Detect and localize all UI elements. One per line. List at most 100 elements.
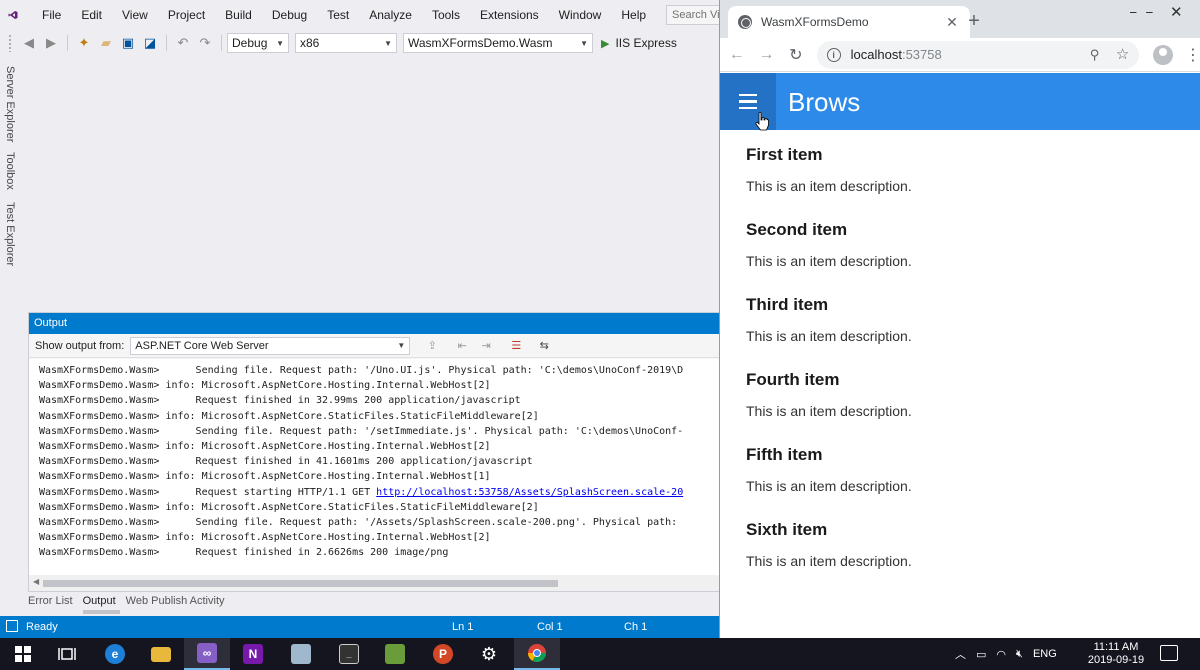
taskbar-terminal[interactable]: _ [326, 638, 372, 670]
save-icon[interactable]: ▣ [119, 34, 137, 52]
output-pane-title[interactable]: Output [29, 313, 719, 334]
menu-view[interactable]: View [112, 8, 158, 22]
menu-file[interactable]: File [32, 8, 71, 22]
toolbox-tab[interactable]: Toolbox [4, 152, 16, 190]
toolbar-grip[interactable] [8, 34, 12, 52]
taskbar-chrome[interactable] [514, 638, 560, 670]
action-center-icon[interactable] [1160, 645, 1178, 661]
profile-avatar-icon[interactable] [1153, 44, 1173, 65]
log-text: Request finished in 2.6626ms 200 image/p… [159, 547, 449, 559]
log-prefix: WasmXFormsDemo.Wasm> [39, 501, 160, 513]
tray-overflow-icon[interactable]: ︿ [955, 646, 966, 662]
browser-tab[interactable]: WasmXFormsDemo ✕ [728, 6, 970, 38]
list-item[interactable]: Fourth item This is an item description. [746, 370, 1186, 419]
battery-icon[interactable]: ▭ [976, 648, 986, 661]
find-message-icon[interactable]: ⇪ [424, 338, 440, 354]
log-line: WasmXFormsDemo.Wasm> info: Microsoft.Asp… [39, 530, 719, 545]
save-all-icon[interactable]: ◪ [141, 34, 159, 52]
output-log[interactable]: WasmXFormsDemo.Wasm> Sending file. Reque… [29, 359, 719, 575]
open-file-icon[interactable]: ▰ [97, 34, 115, 52]
taskbar-visual-studio[interactable]: ∞ [184, 638, 230, 670]
tab-output[interactable]: Output [82, 592, 120, 614]
task-view-button[interactable] [44, 638, 90, 670]
forward-nav-icon[interactable]: ▶ [42, 34, 60, 52]
url-host: localhost [850, 47, 902, 62]
vs-search-box[interactable]: Search Visual Stud [666, 5, 720, 25]
configuration-dropdown[interactable]: Debug ▼ [227, 33, 289, 53]
menu-help[interactable]: Help [611, 8, 656, 22]
list-item[interactable]: Third item This is an item description. [746, 295, 1186, 344]
close-window-icon[interactable]: ✕ [1170, 3, 1183, 21]
word-wrap-icon[interactable]: ⇆ [536, 338, 552, 354]
menu-debug[interactable]: Debug [262, 8, 317, 22]
show-output-from-label: Show output from: [35, 339, 125, 352]
menu-test[interactable]: Test [317, 8, 359, 22]
menu-extensions[interactable]: Extensions [470, 8, 549, 22]
new-project-icon[interactable]: ✦ [75, 34, 93, 52]
vs-status-bar: Ready Ln 1 Col 1 Ch 1 [0, 616, 720, 638]
output-source-dropdown[interactable]: ASP.NET Core Web Server ▼ [130, 336, 411, 355]
previous-message-icon[interactable]: ⇤ [454, 338, 470, 354]
chrome-window: WasmXFormsDemo ✕ + ⎯ ⎯ ✕ ← → ↻ i localho… [719, 0, 1200, 638]
list-item[interactable]: Sixth item This is an item description. [746, 520, 1186, 569]
clear-all-icon[interactable]: ☰ [508, 338, 524, 354]
startup-project-value: WasmXFormsDemo.Wasm [408, 36, 553, 50]
startup-project-dropdown[interactable]: WasmXFormsDemo.Wasm ▼ [403, 33, 593, 53]
zoom-icon[interactable]: ⚲ [1090, 47, 1100, 63]
menu-project[interactable]: Project [158, 8, 215, 22]
bookmark-star-icon[interactable]: ☆ [1116, 45, 1129, 63]
test-explorer-tab[interactable]: Test Explorer [4, 202, 16, 266]
taskbar-settings[interactable]: ⚙ [466, 638, 512, 670]
chrome-menu-icon[interactable]: ⋮ [1185, 45, 1200, 65]
taskbar-snipping[interactable] [278, 638, 324, 670]
horizontal-scrollbar[interactable]: ◀ [29, 575, 719, 591]
server-explorer-tab[interactable]: Server Explorer [4, 66, 16, 142]
onenote-icon: N [243, 644, 263, 664]
log-text: Request finished in 41.1601ms 200 applic… [159, 456, 533, 468]
start-button[interactable] [0, 638, 46, 670]
taskbar-onenote[interactable]: N [230, 638, 276, 670]
tab-error-list[interactable]: Error List [28, 592, 77, 614]
scroll-left-icon[interactable]: ◀ [33, 577, 39, 586]
list-item[interactable]: First item This is an item description. [746, 145, 1186, 194]
taskbar-clock[interactable]: 11:11 AM 2019-09-19 [1082, 641, 1150, 667]
reload-icon[interactable]: ↻ [783, 45, 809, 65]
list-item[interactable]: Fifth item This is an item description. [746, 445, 1186, 494]
close-tab-icon[interactable]: ✕ [944, 14, 960, 31]
log-link[interactable]: http://localhost:53758/Assets/SplashScre… [376, 487, 683, 498]
next-message-icon[interactable]: ⇥ [478, 338, 494, 354]
menu-tools[interactable]: Tools [422, 8, 470, 22]
minimize-icon[interactable]: ⎯ ⎯ [1130, 4, 1156, 20]
wifi-icon[interactable]: ◠ [996, 648, 1006, 661]
log-prefix: WasmXFormsDemo.Wasm> [39, 440, 160, 452]
globe-icon [738, 15, 752, 29]
list-item[interactable]: Second item This is an item description. [746, 220, 1186, 269]
scrollbar-thumb[interactable] [43, 580, 558, 587]
chevron-down-icon: ▼ [384, 38, 392, 48]
platform-dropdown[interactable]: x86 ▼ [295, 33, 397, 53]
redo-icon[interactable]: ↷ [196, 34, 214, 52]
site-info-icon[interactable]: i [826, 47, 841, 62]
run-button[interactable]: ▶ IIS Express [601, 36, 677, 50]
taskbar-edge[interactable]: e [92, 638, 138, 670]
log-text: info: Microsoft.AspNetCore.StaticFiles.S… [159, 501, 539, 513]
language-indicator[interactable]: ENG [1033, 648, 1057, 660]
new-tab-button[interactable]: + [964, 10, 984, 33]
menu-build[interactable]: Build [215, 8, 262, 22]
tab-web-publish-activity[interactable]: Web Publish Activity [126, 592, 229, 614]
taskbar-file-explorer[interactable] [138, 638, 184, 670]
address-bar[interactable]: i localhost:53758 ⚲ ☆ [816, 40, 1140, 69]
menu-edit[interactable]: Edit [71, 8, 112, 22]
volume-muted-icon[interactable]: 🔇︎ [1016, 648, 1023, 661]
menu-analyze[interactable]: Analyze [359, 8, 422, 22]
menu-window[interactable]: Window [549, 8, 612, 22]
mouse-cursor-icon [755, 111, 769, 131]
forward-arrow-icon[interactable]: → [754, 46, 780, 64]
taskbar-powerpoint[interactable]: P [420, 638, 466, 670]
log-line: WasmXFormsDemo.Wasm> Request finished in… [39, 454, 719, 469]
taskbar-notepad[interactable] [372, 638, 418, 670]
item-title: Third item [746, 295, 829, 314]
back-nav-icon[interactable]: ◀ [20, 34, 38, 52]
undo-icon[interactable]: ↶ [174, 34, 192, 52]
back-arrow-icon[interactable]: ← [724, 46, 750, 64]
